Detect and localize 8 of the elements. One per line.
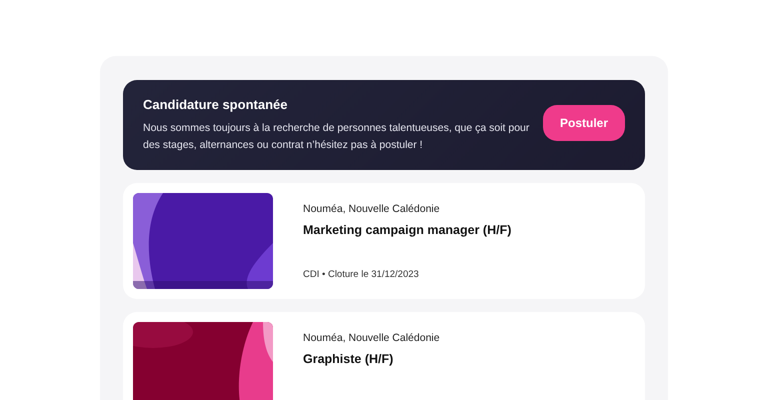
job-location: Nouméa, Nouvelle Calédonie (303, 332, 440, 344)
banner-title: Candidature spontanée (143, 96, 288, 112)
job-title: Marketing campaign manager (H/F) (303, 223, 512, 237)
job-location: Nouméa, Nouvelle Calédonie (303, 203, 441, 215)
apply-button[interactable]: Postuler (543, 105, 625, 141)
job-title: Graphiste (H/F) (303, 352, 394, 366)
banner-text: Nous sommes toujours à la recherche de personnes talentueuses, que ça soit pour des stages, alternances ou contrat n’hésitez pas à postuler ! (143, 120, 530, 152)
job-details: CDI • Cloture le 31/12/2023 (303, 269, 420, 280)
